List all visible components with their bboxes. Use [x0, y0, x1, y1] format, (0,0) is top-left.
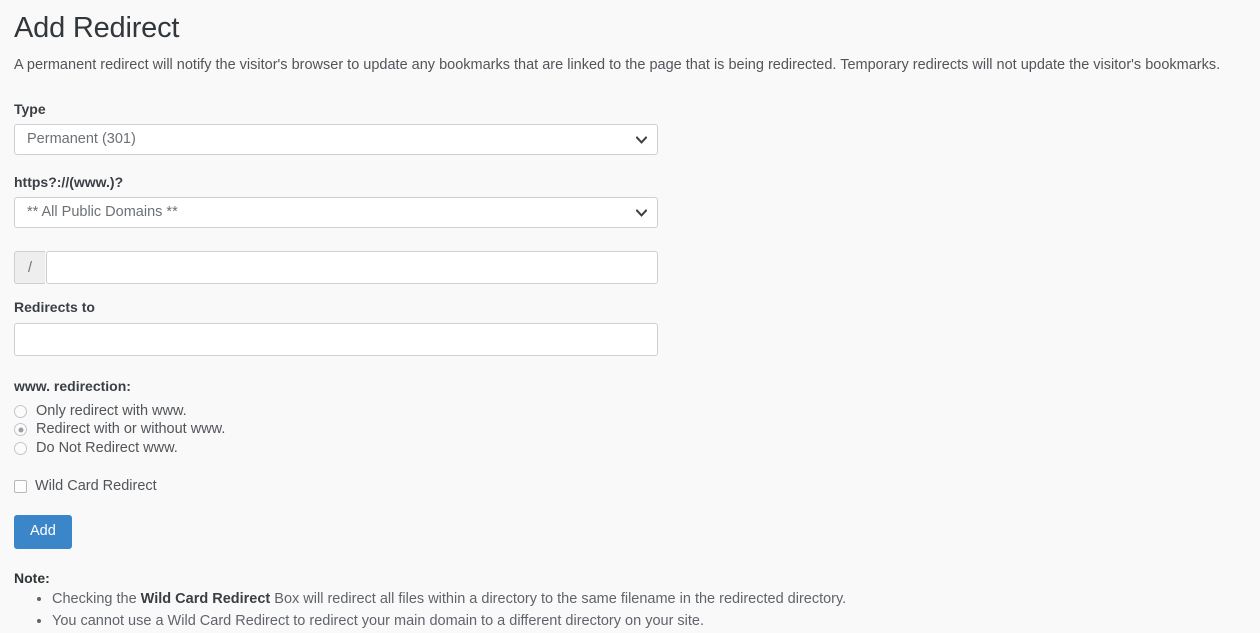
domain-select[interactable]: ** All Public Domains **: [14, 197, 658, 229]
type-field-group: Type Permanent (301): [14, 100, 1246, 156]
www-redirection-radio-list: Only redirect with www. Redirect with or…: [14, 404, 1246, 456]
path-input[interactable]: [46, 251, 658, 285]
wild-card-redirect-row[interactable]: Wild Card Redirect: [14, 478, 1246, 494]
redirects-to-input[interactable]: [14, 322, 658, 356]
www-redirection-label: www. redirection:: [14, 377, 131, 394]
radio-label: Redirect with or without www.: [36, 421, 226, 438]
radio-icon-selected[interactable]: [14, 423, 27, 436]
www-redirection-group: www. redirection: Only redirect with www…: [14, 377, 1246, 456]
radio-option-with-or-without-www[interactable]: Redirect with or without www.: [14, 422, 1246, 437]
add-redirect-page: Add Redirect A permanent redirect will n…: [0, 0, 1260, 633]
radio-label: Only redirect with www.: [36, 402, 187, 419]
radio-icon[interactable]: [14, 441, 27, 455]
radio-option-only-www[interactable]: Only redirect with www.: [14, 404, 1246, 419]
type-label: Type: [14, 101, 46, 117]
radio-option-do-not-redirect[interactable]: Do Not Redirect www.: [14, 441, 1246, 456]
note-item: Checking the Wild Card Redirect Box will…: [52, 589, 1246, 610]
type-select-wrapper: Permanent (301): [14, 124, 658, 156]
slash-prefix-addon: /: [14, 251, 45, 285]
note-title: Note:: [14, 569, 50, 586]
checkbox-icon[interactable]: [14, 479, 27, 493]
target-field-group: Redirects to: [14, 298, 1246, 356]
redirects-to-label: Redirects to: [14, 299, 95, 316]
note-block: Note: Checking the Wild Card Redirect Bo…: [14, 570, 1246, 632]
page-title: Add Redirect: [14, 12, 180, 44]
submit-row: Add: [14, 494, 1246, 549]
note-item-pre: Checking the: [52, 590, 141, 607]
page-description: A permanent redirect will notify the vis…: [14, 57, 1221, 74]
domain-select-wrapper: ** All Public Domains **: [14, 197, 658, 229]
path-input-group: /: [14, 251, 658, 285]
note-item-pre: You cannot use a Wild Card Redirect to r…: [52, 612, 705, 629]
domain-label: https?://(www.)?: [14, 174, 124, 191]
radio-icon[interactable]: [14, 404, 27, 418]
radio-label: Do Not Redirect www.: [36, 439, 178, 456]
path-field-group: /: [14, 251, 1246, 285]
wild-card-redirect-label: Wild Card Redirect: [35, 478, 157, 495]
type-select[interactable]: Permanent (301): [14, 124, 658, 156]
domain-field-group: https?://(www.)? ** All Public Domains *…: [14, 173, 1246, 229]
note-item-bold: Wild Card Redirect: [140, 590, 271, 607]
add-button[interactable]: Add: [14, 515, 72, 549]
note-list: Checking the Wild Card Redirect Box will…: [14, 589, 1246, 632]
note-item-post: Box will redirect all files within a dir…: [270, 590, 847, 607]
note-item: You cannot use a Wild Card Redirect to r…: [52, 611, 1246, 632]
